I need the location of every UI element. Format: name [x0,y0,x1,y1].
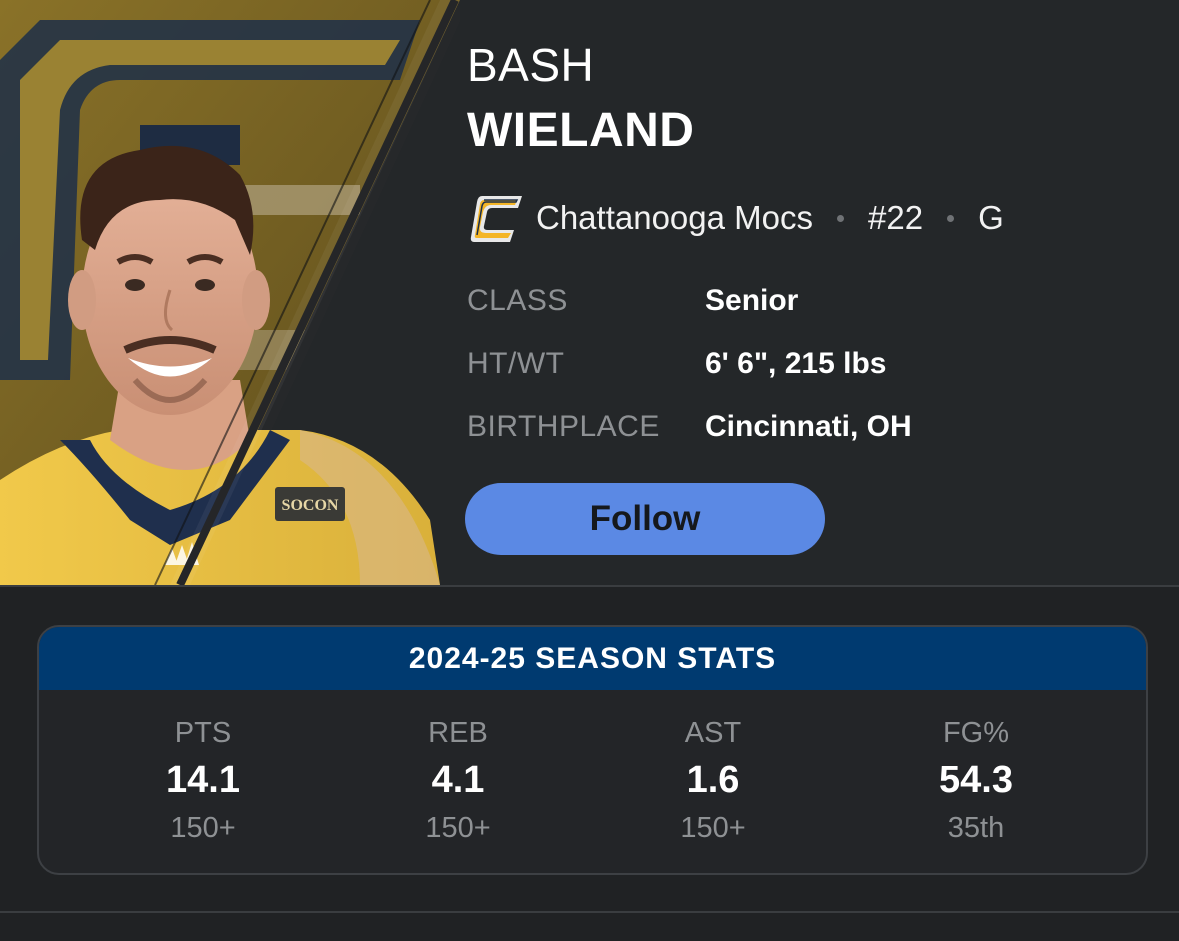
info-value: Cincinnati, OH [705,410,912,443]
player-header: SOCON BASH WIELAND Chattanooga Mocs #22 … [0,0,1179,585]
follow-button[interactable]: Follow [465,483,825,555]
player-profile-page: SOCON BASH WIELAND Chattanooga Mocs #22 … [0,0,1179,941]
season-stats-title: 2024-25 SEASON STATS [39,627,1146,690]
stat-rank: 150+ [170,812,236,844]
player-last-name: WIELAND [467,104,695,157]
season-stats-body: PTS 14.1 150+ REB 4.1 150+ AST 1.6 150+ … [39,690,1146,873]
player-position: G [978,199,1004,236]
info-value: 6' 6", 215 lbs [705,347,887,380]
stat-value: 54.3 [939,759,1013,801]
stat-label: REB [428,717,488,749]
info-label: CLASS [467,284,568,317]
info-value: Senior [705,284,799,317]
info-row-ht-wt: HT/WT 6' 6", 215 lbs [467,344,886,384]
jersey-number: #22 [868,199,924,236]
info-row-class: CLASS Senior [467,281,798,321]
separator-dot [947,214,955,222]
stat-value: 1.6 [686,759,740,801]
separator-dot [837,214,845,222]
socon-patch: SOCON [282,497,339,514]
divider [0,911,1179,913]
stat-rank: 150+ [680,812,746,844]
info-label: HT/WT [467,347,565,380]
stat-label: FG% [942,717,1010,749]
player-photo: SOCON [0,0,460,585]
divider [0,585,1179,587]
stat-value: 4.1 [431,759,485,801]
team-name-link[interactable]: Chattanooga Mocs [536,199,813,237]
stat-value: 14.1 [166,759,240,801]
stat-rank: 150+ [425,812,491,844]
stat-label: AST [684,717,742,749]
info-row-birthplace: BIRTHPLACE Cincinnati, OH [467,407,912,447]
chattanooga-c-logo-icon[interactable] [468,192,524,244]
player-first-name: BASH [467,39,595,91]
stat-rank: 35th [947,812,1005,844]
stat-label: PTS [174,717,232,749]
season-stats-card: 2024-25 SEASON STATS PTS 14.1 150+ REB 4… [37,625,1148,875]
info-label: BIRTHPLACE [467,410,660,443]
team-info-row: Chattanooga Mocs #22 G [468,192,1004,244]
